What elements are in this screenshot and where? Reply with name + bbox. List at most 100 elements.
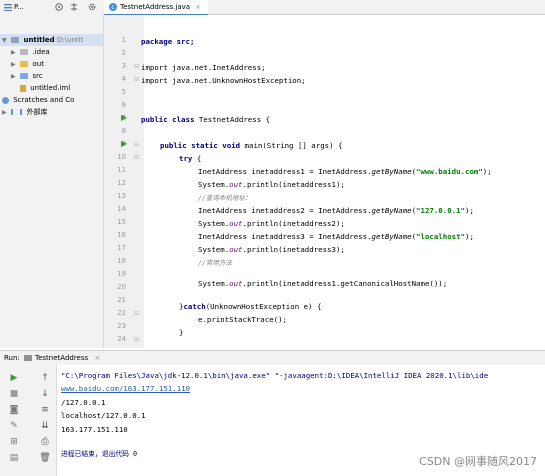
scroll-to-end-icon[interactable]: ⇊ (38, 419, 52, 433)
watermark: CSDN @网事随风2017 (419, 455, 537, 468)
code-line-13: //查询本机地址： (198, 194, 252, 202)
console-line: /127.0.0.1 (61, 398, 106, 407)
line-number: 5 (121, 88, 126, 96)
tree-item-path: D:\untit (56, 36, 84, 44)
tree-item-untitled-iml[interactable]: untitled.iml (0, 82, 70, 94)
folder-icon (20, 61, 29, 67)
run-config-label: TestnetAddress (35, 354, 89, 362)
rerun-icon[interactable]: ▶ (7, 371, 21, 385)
line-number: 13 (117, 192, 126, 200)
iml-file-icon (20, 84, 28, 92)
line-number: 12 (117, 179, 126, 187)
tree-item-out[interactable]: ▶ out (0, 58, 44, 70)
project-view-title[interactable]: P... (14, 0, 24, 14)
run-class-icon[interactable]: ▶ (121, 113, 127, 122)
code-line-20: System.out.println(inetaddress1.getCanon… (198, 279, 448, 288)
console-line: 163.177.151.110 (61, 425, 128, 434)
line-number: 19 (117, 270, 126, 278)
close-icon[interactable]: × (195, 0, 201, 14)
code-line-17: System.out.println(inetaddress3); (198, 245, 345, 254)
line-number: 15 (117, 218, 126, 226)
tab-label: TestnetAddress.java (120, 3, 191, 11)
scratches-icon (2, 96, 11, 104)
code-line-10: try { (179, 154, 202, 163)
run-config-icon (24, 355, 32, 361)
tree-item-label: .idea (32, 48, 50, 56)
code-line-22: }catch(UnknownHostException e) { (179, 302, 322, 311)
tree-item-src[interactable]: ▶ src (0, 70, 43, 82)
close-icon[interactable]: × (94, 354, 100, 362)
code-line-18: //常用方法 (198, 259, 232, 267)
project-panel-icon[interactable] (4, 3, 12, 11)
fold-marker-icon[interactable]: ⊟ (134, 141, 139, 148)
line-number: 11 (117, 166, 126, 174)
code-line-14: InetAddress inetaddress2 = InetAddress.g… (198, 206, 474, 215)
line-number: 8 (121, 127, 126, 135)
folder-icon (20, 49, 29, 55)
line-number: 6 (121, 101, 126, 109)
code-line-3: import java.net.InetAddress; (141, 63, 266, 72)
line-number: 1 (121, 36, 126, 44)
fold-marker-icon[interactable]: ⊟ (134, 63, 139, 70)
code-line-24: } (179, 328, 184, 337)
line-number: 21 (117, 296, 126, 304)
tree-item-external-libraries[interactable]: ▶ 外部库 (0, 106, 47, 118)
line-number: 23 (117, 322, 126, 330)
svg-text:c: c (111, 4, 114, 11)
console-line: 进程已结束，退出代码 0 (61, 450, 138, 458)
code-editor[interactable]: package src; import java.net.InetAddress… (141, 15, 545, 348)
tab-run-config[interactable]: TestnetAddress × (24, 351, 100, 365)
console-link[interactable]: www.baidu.com/163.177.151.110 (61, 384, 190, 394)
stop-icon[interactable]: ■ (7, 387, 21, 401)
console-line: "C:\Program Files\Java\jdk-12.0.1\bin\ja… (61, 371, 489, 380)
line-number: 20 (117, 283, 126, 291)
tree-item-idea[interactable]: ▶ .idea (0, 46, 50, 58)
code-line-23: e.printStackTrace(); (198, 315, 287, 324)
library-icon (11, 109, 23, 115)
camera-icon[interactable]: ◙ (7, 403, 21, 417)
line-number: 4 (121, 75, 126, 83)
code-line-12: System.out.println(inetaddress1); (198, 180, 345, 189)
scroll-down-icon[interactable]: ↓ (38, 387, 52, 401)
code-line-11: InetAddress inetaddress1 = InetAddress.g… (198, 167, 492, 176)
run-tool-header: Run: TestnetAddress × (0, 350, 545, 366)
tree-item-scratches[interactable]: Scratches and Co (0, 94, 74, 106)
collapse-all-icon[interactable] (70, 3, 78, 11)
pin-icon[interactable]: ✎ (7, 419, 21, 433)
line-number: 10 (117, 153, 126, 161)
fold-marker-icon[interactable]: ⊟ (134, 310, 139, 317)
code-line-7: public class TestnetAddress { (141, 115, 271, 124)
tree-item-label: untitled.iml (30, 84, 71, 92)
tab-testnetaddress-java[interactable]: c TestnetAddress.java × (104, 0, 208, 16)
line-number: 14 (117, 205, 126, 213)
gear-icon[interactable] (88, 3, 96, 11)
line-number: 2 (121, 49, 126, 57)
locate-icon[interactable] (55, 3, 63, 11)
print-icon[interactable]: ⎙ (38, 435, 52, 449)
settings-icon[interactable]: ▤ (7, 451, 21, 465)
fold-marker-icon[interactable]: ⊟ (134, 76, 139, 83)
source-folder-icon (20, 73, 29, 79)
soft-wrap-icon[interactable]: ≡ (38, 403, 52, 417)
run-label: Run: (4, 354, 20, 362)
tree-item-label: out (32, 60, 44, 68)
line-number: 3 (121, 62, 126, 70)
line-number: 24 (117, 335, 126, 343)
tree-item-label: Scratches and Co (13, 96, 75, 104)
line-number: 17 (117, 244, 126, 252)
line-number: 16 (117, 231, 126, 239)
fold-marker-icon[interactable]: ⊟ (134, 336, 139, 343)
tree-item-untitled[interactable]: ▼ untitled D:\untit (0, 34, 103, 46)
fold-marker-icon[interactable]: ⊟ (134, 154, 139, 161)
layout-icon[interactable]: ⊞ (7, 435, 21, 449)
line-number: 18 (117, 257, 126, 265)
project-toolbar: P... (0, 0, 104, 15)
code-line-9: public static void main(String [] args) … (160, 141, 343, 150)
project-panel: ▼ untitled D:\untit ▶ .idea ▶ out ▶ src … (0, 14, 104, 348)
run-main-icon[interactable]: ▶ (121, 139, 127, 148)
code-line-15: System.out.println(inetaddress2); (198, 219, 345, 228)
module-folder-icon (11, 37, 20, 43)
trash-icon[interactable]: 🗑 (38, 451, 52, 465)
run-toolbar: ▶ ↑ ■ ↓ ◙ ≡ ✎ ⇊ ⊞ ⎙ ▤ 🗑 (0, 365, 57, 476)
scroll-up-icon[interactable]: ↑ (38, 371, 52, 385)
